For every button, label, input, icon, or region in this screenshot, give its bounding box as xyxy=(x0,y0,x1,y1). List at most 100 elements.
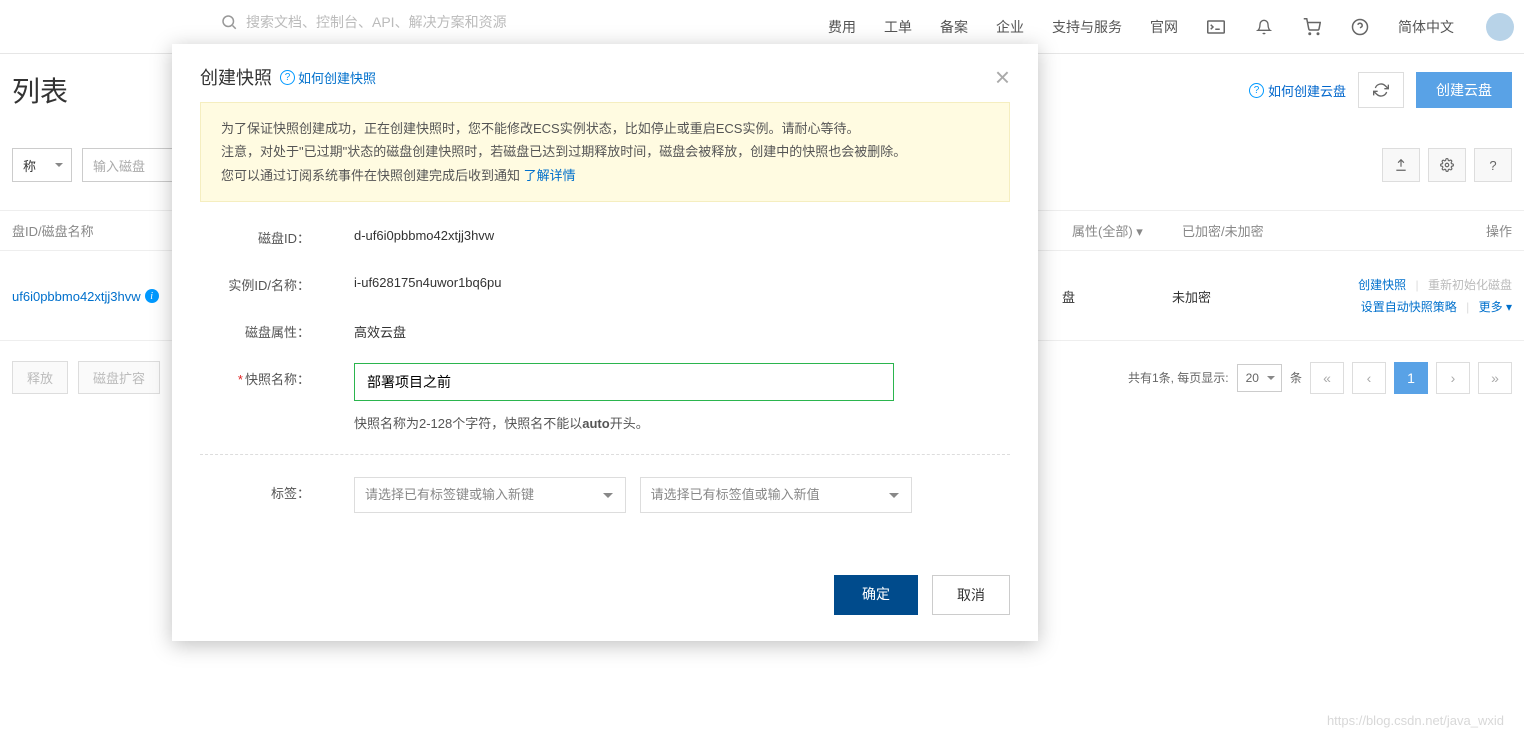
question-icon: ? xyxy=(1249,83,1264,98)
action-auto-policy[interactable]: 设置自动快照策略 xyxy=(1361,300,1457,314)
info-icon[interactable]: i xyxy=(145,289,159,303)
col-attr[interactable]: 属性(全部) ▾ xyxy=(1072,221,1182,240)
row-actions: 创建快照 | 重新初始化磁盘 设置自动快照策略 | 更多 ▾ xyxy=(1312,274,1512,318)
export-icon xyxy=(1394,158,1408,172)
alert-line3-text: 您可以通过订阅系统事件在快照创建完成后收到通知 xyxy=(221,168,524,183)
label-snapshot-name-text: 快照名称： xyxy=(245,372,310,387)
label-instance: 实例ID/名称： xyxy=(200,269,310,294)
filter-select[interactable]: 称 xyxy=(12,148,72,182)
page-size-value: 20 xyxy=(1246,371,1259,385)
tag-selects: 请选择已有标签键或输入新键 请选择已有标签值或输入新值 xyxy=(310,477,1010,513)
export-button[interactable] xyxy=(1382,148,1420,182)
disk-id-link[interactable]: uf6i0pbbmo42xtjj3hvw i xyxy=(12,289,159,304)
help-create-disk-link[interactable]: ? 如何创建云盘 xyxy=(1249,81,1346,100)
nav-official[interactable]: 官网 xyxy=(1150,17,1178,37)
filter-select-value: 称 xyxy=(23,156,36,175)
filter-input-placeholder: 输入磁盘 xyxy=(93,156,145,175)
page-title: 列表 xyxy=(12,70,68,110)
gear-icon xyxy=(1440,158,1454,172)
pager-last[interactable]: » xyxy=(1478,362,1512,394)
page-unit: 条 xyxy=(1290,369,1302,386)
pager-next[interactable]: › xyxy=(1436,362,1470,394)
label-disk-id: 磁盘ID： xyxy=(200,222,310,247)
nav-icp[interactable]: 备案 xyxy=(940,17,968,37)
modal-title: 创建快照 xyxy=(200,64,272,90)
row-disk-attr: 磁盘属性： 高效云盘 xyxy=(200,316,1010,341)
close-icon[interactable]: × xyxy=(995,64,1010,90)
refresh-button[interactable] xyxy=(1358,72,1404,108)
snapshot-name-hint: 快照名称为2-128个字符，快照名不能以auto开头。 xyxy=(354,413,1010,432)
create-snapshot-modal: 创建快照 ? 如何创建快照 × 为了保证快照创建成功，正在创建快照时，您不能修改… xyxy=(172,44,1038,641)
nav-lang[interactable]: 简体中文 xyxy=(1398,17,1454,37)
help-icon[interactable] xyxy=(1350,17,1370,37)
label-snapshot-name: *快照名称： xyxy=(200,363,310,388)
total-text: 共有1条, 每页显示: xyxy=(1128,369,1229,386)
alert-line3: 您可以通过订阅系统事件在快照创建完成后收到通知 了解详情 xyxy=(221,164,989,187)
cancel-button[interactable]: 取消 xyxy=(932,575,1010,615)
create-disk-button[interactable]: 创建云盘 xyxy=(1416,72,1512,108)
snapshot-name-input[interactable] xyxy=(354,363,894,401)
col-attr-label: 属性(全部) xyxy=(1072,224,1133,239)
label-tag: 标签： xyxy=(200,477,310,502)
disk-enc-cell: 未加密 xyxy=(1172,287,1312,306)
settings-button[interactable] xyxy=(1428,148,1466,182)
nav-enterprise[interactable]: 企业 xyxy=(996,17,1024,37)
nav-fee[interactable]: 费用 xyxy=(828,17,856,37)
value-instance: i-uf628175n4uwor1bq6pu xyxy=(310,269,1010,290)
row-instance: 实例ID/名称： i-uf628175n4uwor1bq6pu xyxy=(200,269,1010,294)
modal-header: 创建快照 ? 如何创建快照 × xyxy=(172,44,1038,102)
value-disk-id: d-uf6i0pbbmo42xtjj3hvw xyxy=(310,222,1010,243)
search-placeholder: 搜索文档、控制台、API、解决方案和资源 xyxy=(246,12,507,32)
global-search[interactable]: 搜索文档、控制台、API、解决方案和资源 xyxy=(220,12,507,32)
chevron-down-icon: ▾ xyxy=(1136,224,1143,239)
modal-footer: 确定 取消 xyxy=(172,555,1038,641)
avatar[interactable] xyxy=(1486,13,1514,41)
pager-prev[interactable]: ‹ xyxy=(1352,362,1386,394)
disk-attr-cell: 盘 xyxy=(1062,287,1172,306)
help-create-disk-text: 如何创建云盘 xyxy=(1268,81,1346,100)
resize-button[interactable]: 磁盘扩容 xyxy=(78,361,160,394)
col-operation: 操作 xyxy=(1322,221,1512,240)
row-snapshot-name: *快照名称： 快照名称为2-128个字符，快照名不能以auto开头。 xyxy=(200,363,1010,432)
hint-bold: auto xyxy=(582,416,609,431)
modal-help-text: 如何创建快照 xyxy=(298,68,376,87)
action-create-snapshot[interactable]: 创建快照 xyxy=(1358,278,1406,292)
confirm-button[interactable]: 确定 xyxy=(834,575,918,615)
nav-support[interactable]: 支持与服务 xyxy=(1052,17,1122,37)
hint-prefix: 快照名称为2-128个字符，快照名不能以 xyxy=(354,416,582,431)
label-disk-attr: 磁盘属性： xyxy=(200,316,310,341)
alert-box: 为了保证快照创建成功，正在创建快照时，您不能修改ECS实例状态，比如停止或重启E… xyxy=(200,102,1010,202)
question-icon: ? xyxy=(280,70,295,85)
modal-help-link[interactable]: ? 如何创建快照 xyxy=(280,68,376,87)
tag-value-select[interactable]: 请选择已有标签值或输入新值 xyxy=(640,477,912,513)
terminal-icon[interactable] xyxy=(1206,17,1226,37)
action-reinit: 重新初始化磁盘 xyxy=(1428,278,1512,292)
search-icon xyxy=(220,13,238,31)
bell-icon[interactable] xyxy=(1254,17,1274,37)
row-disk-id: 磁盘ID： d-uf6i0pbbmo42xtjj3hvw xyxy=(200,222,1010,247)
learn-more-link[interactable]: 了解详情 xyxy=(524,168,576,183)
filter-toolbar-right: ? xyxy=(1382,148,1512,182)
hint-suffix: 开头。 xyxy=(610,416,649,431)
pagination: 共有1条, 每页显示: 20 条 « ‹ 1 › » xyxy=(1128,362,1512,394)
value-disk-attr: 高效云盘 xyxy=(310,316,1010,341)
nav-ticket[interactable]: 工单 xyxy=(884,17,912,37)
divider xyxy=(200,454,1010,455)
tag-key-select[interactable]: 请选择已有标签键或输入新键 xyxy=(354,477,626,513)
value-snapshot-name-wrap: 快照名称为2-128个字符，快照名不能以auto开头。 xyxy=(310,363,1010,432)
page-size-select[interactable]: 20 xyxy=(1237,364,1282,392)
action-more[interactable]: 更多 ▾ xyxy=(1479,300,1512,314)
release-button[interactable]: 释放 xyxy=(12,361,68,394)
watermark: https://blog.csdn.net/java_wxid xyxy=(1327,713,1504,728)
pager-current[interactable]: 1 xyxy=(1394,362,1428,394)
header-actions: ? 如何创建云盘 创建云盘 xyxy=(1249,72,1512,108)
chevron-down-icon: ▾ xyxy=(1506,300,1512,314)
pager-first[interactable]: « xyxy=(1310,362,1344,394)
cart-icon[interactable] xyxy=(1302,17,1322,37)
alert-line1: 为了保证快照创建成功，正在创建快照时，您不能修改ECS实例状态，比如停止或重启E… xyxy=(221,117,989,140)
alert-line2: 注意，对处于"已过期"状态的磁盘创建快照时，若磁盘已达到过期释放时间，磁盘会被释… xyxy=(221,140,989,163)
modal-body: 为了保证快照创建成功，正在创建快照时，您不能修改ECS实例状态，比如停止或重启E… xyxy=(172,102,1038,555)
row-tag: 标签： 请选择已有标签键或输入新键 请选择已有标签值或输入新值 xyxy=(200,477,1010,513)
refresh-icon xyxy=(1373,82,1389,98)
help-button[interactable]: ? xyxy=(1474,148,1512,182)
